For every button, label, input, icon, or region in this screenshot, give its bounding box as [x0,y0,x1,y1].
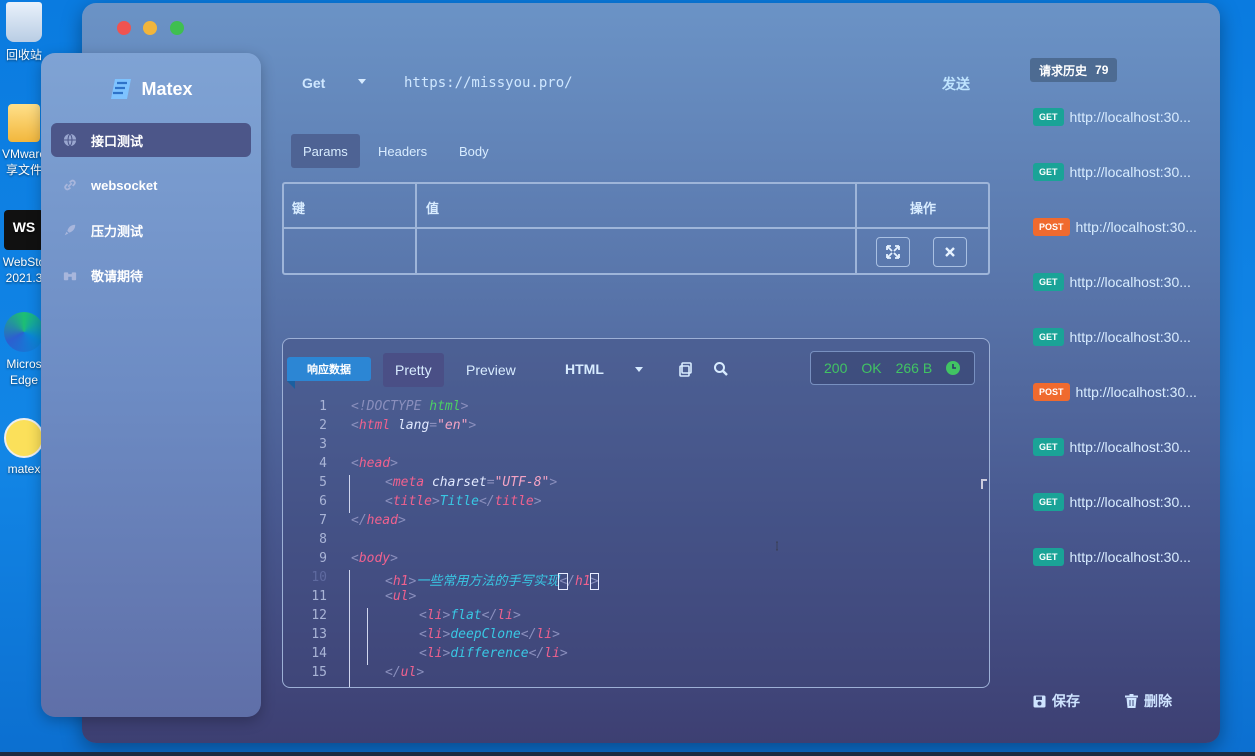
response-size: 266 B [895,360,933,376]
desktop-icon-recycle-bin[interactable]: 回收站 [0,2,48,63]
tab-body[interactable]: Body [447,134,501,168]
history-item[interactable]: GET http://localhost:30... [1033,327,1191,347]
brand: Matex [41,77,261,101]
history-title: 请求历史 [1039,63,1088,78]
history-item[interactable]: POST http://localhost:30... [1033,217,1197,237]
pikachu-icon [4,418,44,458]
table-row [284,229,988,274]
chevron-down-icon[interactable] [358,79,366,84]
close-window-button[interactable] [117,21,131,35]
method-badge: GET [1033,108,1064,126]
sidebar-item-label: websocket [91,177,158,193]
webstorm-icon: WS [4,210,44,250]
app-name: Matex [141,78,193,99]
folder-icon [8,104,40,142]
desktop-icon-label: 回收站 [5,48,42,62]
expand-button[interactable] [876,237,910,267]
history-url: http://localhost:30... [1069,494,1191,510]
method-badge: GET [1033,328,1064,346]
history-item[interactable]: GET http://localhost:30... [1033,437,1191,457]
params-table-header: 键 值 操作 [284,184,988,229]
method-badge: GET [1033,548,1064,566]
edge-icon [4,312,44,352]
params-table: 键 值 操作 [282,182,990,275]
text-cursor-icon [776,541,778,551]
response-data-tag: 响应数据 [287,357,371,389]
format-select[interactable]: HTML [565,361,604,377]
column-header-value: 值 [426,201,440,216]
method-badge: GET [1033,273,1064,291]
maximize-window-button[interactable] [170,21,184,35]
method-badge: GET [1033,438,1064,456]
scroll-marker[interactable] [981,479,987,489]
history-item[interactable]: GET http://localhost:30... [1033,547,1191,567]
copy-icon[interactable] [678,361,694,377]
save-label: 保存 [1052,693,1080,709]
chevron-down-icon[interactable] [635,367,643,372]
history-url: http://localhost:30... [1069,274,1191,290]
sidebar-item-websocket[interactable]: websocket [51,168,251,202]
desktop-icon-label: matex [7,462,41,476]
history-url: http://localhost:30... [1069,164,1191,180]
history-header: 请求历史 79 [1030,58,1118,82]
tab-pretty[interactable]: Pretty [383,353,444,387]
tab-params[interactable]: Params [291,134,360,168]
method-select[interactable]: Get [302,75,325,91]
sidebar-item-coming-soon[interactable]: 敬请期待 [51,258,251,292]
delete-button[interactable]: 删除 [1125,691,1172,711]
send-button[interactable]: 发送 [942,74,970,94]
expand-icon [886,245,900,259]
history-url: http://localhost:30... [1069,549,1191,565]
save-button[interactable]: 保存 [1033,691,1080,711]
history-item[interactable]: GET http://localhost:30... [1033,492,1191,512]
response-panel: 响应数据 Pretty Preview HTML 200 OK 266 B 1 <… [282,338,990,688]
history-item[interactable]: GET http://localhost:30... [1033,107,1191,127]
clock-icon [946,361,961,375]
history-url: http://localhost:30... [1075,384,1197,400]
history-url: http://localhost:30... [1069,439,1191,455]
delete-row-button[interactable] [933,237,967,267]
taskbar [0,752,1255,756]
save-icon [1033,695,1046,707]
sidebar-item-label: 压力测试 [91,223,144,239]
history-item[interactable]: POST http://localhost:30... [1033,382,1197,402]
trash-icon [1125,694,1138,708]
matex-logo-icon [111,79,132,99]
tab-preview[interactable]: Preview [454,353,528,387]
search-icon[interactable] [713,361,729,377]
history-count: 79 [1095,63,1109,77]
method-badge: GET [1033,493,1064,511]
history-url: http://localhost:30... [1075,219,1197,235]
history-item[interactable]: GET http://localhost:30... [1033,272,1191,292]
method-badge: POST [1033,383,1070,401]
tab-headers[interactable]: Headers [366,134,439,168]
history-item[interactable]: GET http://localhost:30... [1033,162,1191,182]
sidebar-item-label: 接口测试 [91,133,144,149]
column-header-action: 操作 [910,201,937,216]
sidebar: Matex 接口测试 websocket 压力测试 敬请期待 [41,53,261,717]
history-url: http://localhost:30... [1069,329,1191,345]
method-badge: GET [1033,163,1064,181]
status-code: 200 [824,360,848,376]
method-badge: POST [1033,218,1070,236]
column-header-key: 键 [292,201,306,216]
delete-label: 删除 [1144,693,1172,709]
link-icon [64,179,76,191]
sidebar-item-api-test[interactable]: 接口测试 [51,123,251,157]
close-icon [945,247,955,257]
rocket-icon [64,224,76,236]
url-input[interactable]: https://missyou.pro/ [404,75,573,91]
sidebar-item-stress-test[interactable]: 压力测试 [51,213,251,247]
globe-icon [63,133,77,147]
history-url: http://localhost:30... [1069,109,1191,125]
status-text: OK [861,360,882,376]
minimize-window-button[interactable] [143,21,157,35]
sidebar-item-label: 敬请期待 [91,268,144,284]
recycle-bin-icon [6,2,42,42]
binoculars-icon [63,272,77,281]
response-status: 200 OK 266 B [810,351,975,385]
